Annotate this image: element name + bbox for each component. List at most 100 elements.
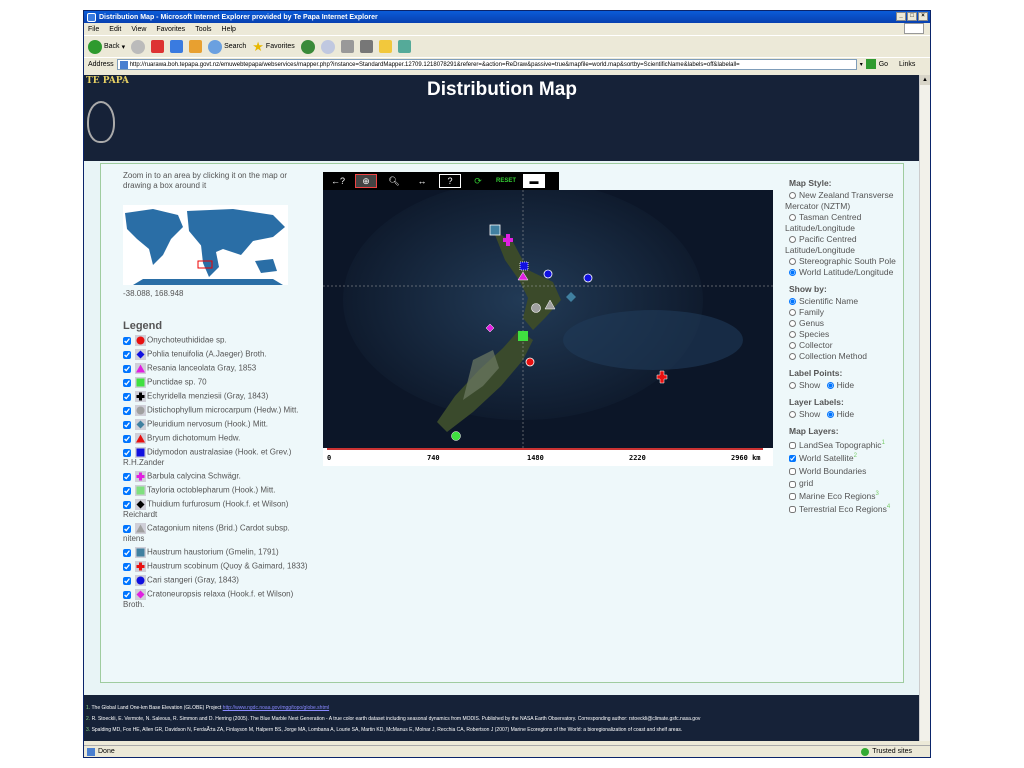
legend-checkbox[interactable] [123, 406, 131, 415]
legend-label: Pleuridium nervosum (Hook.) Mitt. [147, 419, 268, 429]
home-icon[interactable] [189, 40, 203, 53]
refresh-map-icon[interactable]: ⟳ [467, 174, 489, 188]
mail-icon[interactable] [320, 39, 335, 54]
map-style-radio[interactable] [789, 192, 796, 200]
back-button[interactable]: Back ▾ [88, 39, 125, 54]
map-layer-checkbox[interactable] [789, 506, 796, 514]
address-input[interactable]: http://ruarawa.boh.tepapa.govt.nz/emuweb… [116, 58, 857, 70]
address-bar: Address http://ruarawa.boh.tepapa.govt.n… [84, 57, 930, 70]
show-by-radio[interactable] [789, 342, 796, 350]
legend-item: Onychoteuthididae sp. [123, 335, 313, 346]
search-icon [208, 39, 223, 54]
label-points-heading: Label Points: [789, 368, 843, 378]
label-points-hide-radio[interactable] [826, 382, 834, 390]
menu-view[interactable]: View [131, 26, 146, 33]
legend-checkbox[interactable] [123, 448, 131, 457]
legend-checkbox[interactable] [123, 590, 131, 599]
layer-labels-hide-radio[interactable] [826, 411, 834, 419]
edit-icon[interactable] [359, 40, 373, 53]
zoom-out-tool[interactable]: 🔍︎ [383, 174, 405, 188]
refresh-icon[interactable] [170, 40, 184, 53]
map-layer-option: grid [785, 476, 905, 489]
menu-help[interactable]: Help [222, 26, 236, 33]
go-arrow-icon[interactable] [865, 59, 876, 69]
print-icon[interactable] [340, 40, 354, 53]
print-map-button[interactable]: ▬ [523, 174, 545, 188]
legend-checkbox[interactable] [123, 420, 131, 429]
satellite-map[interactable] [323, 190, 773, 448]
show-by-heading: Show by: [789, 284, 827, 294]
messenger-icon[interactable] [397, 40, 411, 53]
legend-label: Haustrum haustorium (Gmelin, 1791) [147, 547, 279, 557]
show-by-radio[interactable] [789, 320, 796, 328]
show-by-radio[interactable] [789, 353, 796, 361]
overview-map[interactable] [123, 205, 288, 285]
map-layers-heading: Map Layers: [789, 426, 839, 436]
legend-checkbox[interactable] [123, 472, 131, 481]
legend-checkbox[interactable] [123, 364, 131, 373]
map-style-radio[interactable] [789, 236, 796, 244]
favorites-button[interactable]: ★ Favorites [252, 39, 294, 55]
map-style-radio[interactable] [789, 258, 796, 266]
pan-tool[interactable]: ↔ [411, 174, 433, 188]
browser-window: Distribution Map - Microsoft Internet Ex… [83, 10, 931, 758]
title-bar: Distribution Map - Microsoft Internet Ex… [84, 11, 930, 23]
map-layer-checkbox[interactable] [789, 467, 796, 475]
folder-icon[interactable] [378, 40, 392, 53]
scroll-up-icon[interactable]: ▲ [920, 75, 930, 85]
map-layer-checkbox[interactable] [789, 480, 796, 488]
reset-button[interactable]: RESET [495, 174, 517, 188]
map-style-option: Stereographic South Pole [785, 256, 905, 267]
legend-item: Catagonium nitens (Brid.) Cardot subsp. … [123, 523, 313, 544]
legend-checkbox[interactable] [123, 336, 131, 345]
stop-icon[interactable] [151, 40, 165, 53]
legend-symbol-icon [135, 485, 146, 496]
legend-checkbox[interactable] [123, 576, 131, 585]
forward-button[interactable] [131, 39, 146, 54]
menu-edit[interactable]: Edit [109, 26, 121, 33]
show-by-radio[interactable] [789, 331, 796, 339]
zoom-in-tool[interactable]: ⊕ [355, 174, 377, 188]
links-button[interactable]: Links [899, 61, 915, 68]
map-layer-checkbox[interactable] [789, 493, 796, 501]
label-points-show-radio[interactable] [789, 382, 796, 390]
history-icon[interactable] [300, 39, 315, 54]
map-layer-option: World Satellite2 [785, 451, 905, 464]
legend-item: Bryum dichotomum Hedw. [123, 433, 313, 444]
cursor-coordinates: -38.088, 168.948 [123, 289, 184, 298]
references-footer: 1. The Global Land One-km Base Elevation… [84, 695, 920, 741]
map-style-radio[interactable] [789, 214, 796, 222]
scale-tick: 0 [327, 454, 332, 462]
help-tool[interactable]: ? [439, 174, 461, 188]
query-tool[interactable]: ←? [327, 174, 349, 188]
address-dropdown-icon[interactable]: ▾ [860, 61, 863, 68]
show-by-option: Genus [785, 318, 905, 329]
search-button[interactable]: Search [208, 39, 246, 54]
show-by-radio[interactable] [789, 309, 796, 317]
layer-labels-show-radio[interactable] [789, 411, 796, 419]
go-button[interactable]: Go [879, 61, 888, 68]
legend-checkbox[interactable] [123, 350, 131, 359]
minimize-button[interactable]: _ [896, 12, 906, 21]
map-layer-checkbox[interactable] [789, 442, 796, 450]
legend-checkbox[interactable] [123, 562, 131, 571]
menu-file[interactable]: File [88, 26, 99, 33]
map-layer-checkbox[interactable] [789, 454, 796, 462]
legend-checkbox[interactable] [123, 548, 131, 557]
globe-link[interactable]: http://www.ngdc.noaa.gov/mgg/topo/globe.… [223, 705, 329, 711]
vertical-scrollbar[interactable]: ▲ [919, 75, 930, 741]
legend-checkbox[interactable] [123, 500, 131, 509]
legend-checkbox[interactable] [123, 486, 131, 495]
legend-checkbox[interactable] [123, 434, 131, 443]
map-style-radio[interactable] [789, 269, 796, 277]
menu-tools[interactable]: Tools [195, 26, 211, 33]
legend-label: Catagonium nitens (Brid.) Cardot subsp. … [123, 523, 290, 543]
maximize-button[interactable]: □ [907, 12, 917, 21]
close-button[interactable]: × [918, 12, 928, 21]
legend-label: Didymodon australasiae (Hook. et Grev.) … [123, 447, 292, 467]
menu-favorites[interactable]: Favorites [156, 26, 185, 33]
legend-checkbox[interactable] [123, 378, 131, 387]
legend-checkbox[interactable] [123, 392, 131, 401]
legend-checkbox[interactable] [123, 524, 131, 533]
show-by-radio[interactable] [789, 298, 796, 306]
